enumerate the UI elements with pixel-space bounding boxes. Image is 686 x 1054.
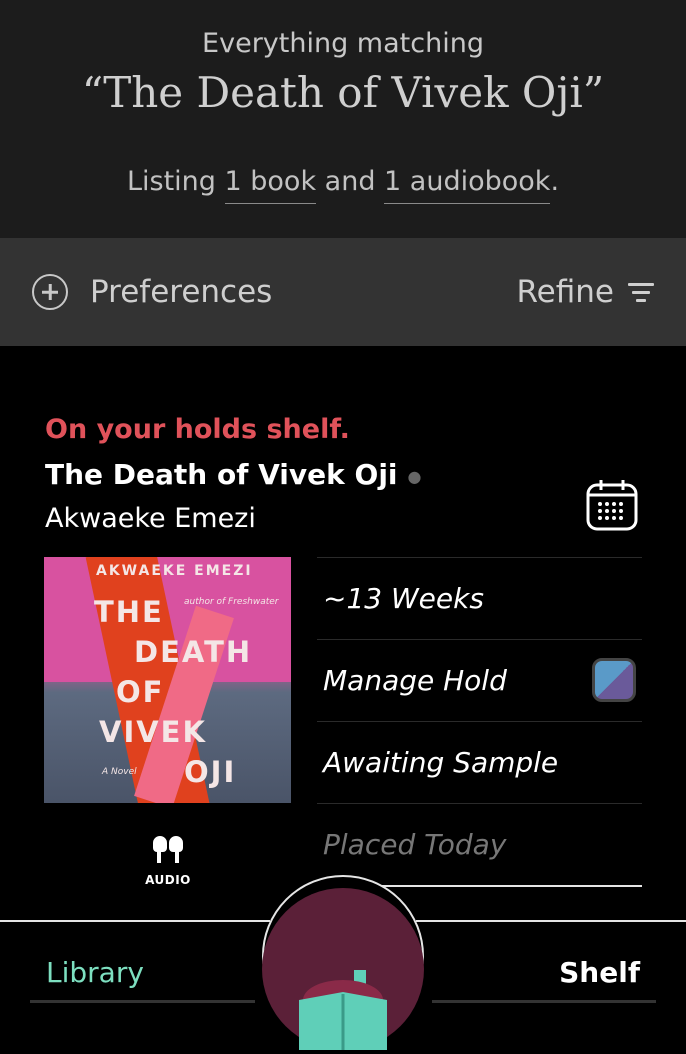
manage-hold-label: Manage Hold (323, 664, 507, 697)
audio-format-badge: AUDIO (140, 833, 196, 887)
tab-divider-right (416, 920, 686, 922)
placed-date-row: Placed Today (317, 803, 642, 887)
awaiting-sample-row[interactable]: Awaiting Sample (317, 721, 642, 803)
filter-lines-icon (628, 281, 654, 303)
calendar-icon[interactable] (585, 478, 639, 532)
cover-title-3: OF (116, 675, 165, 709)
center-libby-button[interactable] (262, 888, 424, 1050)
cover-title-5: OJI (184, 755, 237, 789)
tab-divider-left (0, 920, 270, 922)
tab-shelf[interactable]: Shelf (559, 956, 640, 989)
separator-dot-icon: ● (407, 466, 422, 486)
preferences-bar: Preferences Refine (0, 238, 686, 346)
refine-button[interactable]: Refine (517, 238, 654, 346)
book-author[interactable]: Akwaeke Emezi (45, 503, 256, 534)
search-query-title: “The Death of Vivek Oji” (81, 68, 605, 117)
listing-prefix: Listing (126, 166, 225, 197)
cover-title-1: THE (94, 595, 164, 629)
cover-tagline: author of Freshwater (184, 597, 279, 607)
placed-date-label: Placed Today (323, 828, 507, 861)
hold-color-tag-icon[interactable] (592, 658, 636, 702)
book-title[interactable]: The Death of Vivek Oji ● (45, 458, 421, 491)
search-header: Everything matching “The Death of Vivek … (0, 0, 686, 238)
refine-label: Refine (516, 274, 614, 310)
hold-status: On your holds shelf. (45, 414, 350, 445)
wait-time-label: ~13 Weeks (323, 582, 484, 615)
listing-summary: Listing 1 book and 1 audiobook. (0, 166, 686, 204)
earbuds-icon (153, 836, 183, 863)
plus-circle-icon (32, 274, 68, 310)
books-count-link[interactable]: 1 book (224, 166, 317, 204)
wait-time-row[interactable]: ~13 Weeks (317, 557, 642, 639)
preferences-label: Preferences (90, 274, 273, 310)
shelf-tab-underline (432, 1000, 656, 1003)
tab-library[interactable]: Library (46, 956, 144, 989)
awaiting-sample-label: Awaiting Sample (323, 746, 559, 779)
book-title-text: The Death of Vivek Oji (45, 458, 398, 491)
hold-actions-menu: ~13 Weeks Manage Hold Awaiting Sample Pl… (317, 557, 642, 887)
audiobooks-count-link[interactable]: 1 audiobook (384, 166, 551, 204)
cover-subtitle: A Novel (102, 767, 137, 777)
library-tab-underline (30, 1000, 255, 1003)
cover-author: AKWAEKE EMEZI (96, 563, 253, 579)
listing-mid: and (316, 166, 385, 197)
open-book-icon (299, 970, 387, 1050)
listing-suffix: . (550, 166, 560, 197)
manage-hold-row[interactable]: Manage Hold (317, 639, 642, 721)
cover-title-4: VIVEK (99, 715, 207, 749)
search-eyebrow: Everything matching (202, 28, 484, 59)
cover-title-2: DEATH (134, 635, 253, 669)
book-cover[interactable]: AKWAEKE EMEZI author of Freshwater THE D… (44, 557, 291, 803)
preferences-button[interactable]: Preferences (32, 238, 272, 346)
audio-label: AUDIO (145, 873, 191, 887)
